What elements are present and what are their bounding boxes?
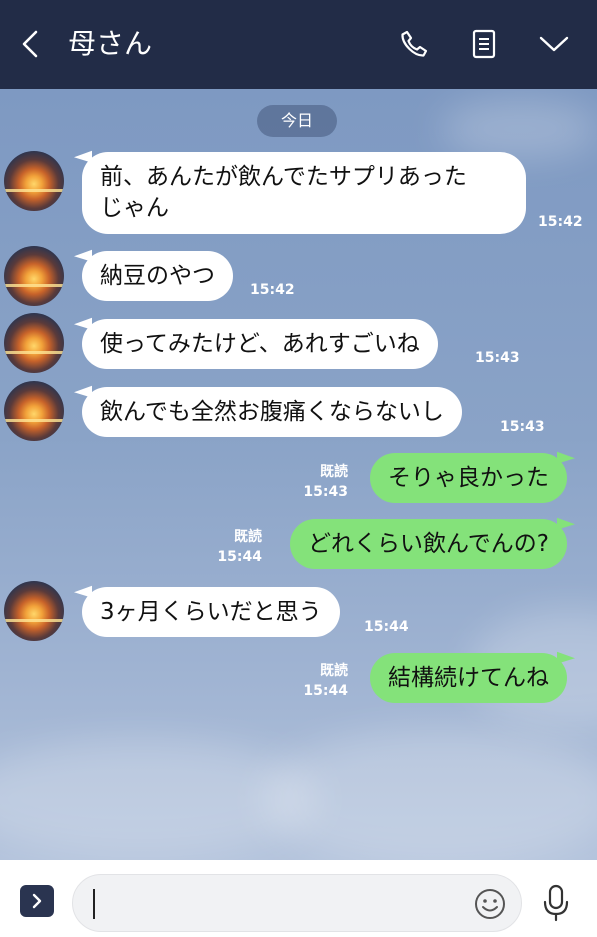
menu-toggle-button[interactable] <box>534 26 574 62</box>
read-receipt: 既読 <box>234 529 262 545</box>
message-time: 15:42 <box>538 214 583 230</box>
message-text: じゃん <box>100 195 169 221</box>
microphone-icon[interactable] <box>540 884 572 922</box>
text-cursor <box>93 889 95 919</box>
message-time: 15:42 <box>250 282 295 298</box>
phone-icon <box>401 30 428 57</box>
message-time: 15:44 <box>217 549 262 565</box>
message-text: 結構続けてんね <box>388 665 549 691</box>
message-bubble-incoming[interactable]: 使ってみたけど、あれすごいね <box>82 319 438 369</box>
message-bubble-incoming[interactable]: 3ヶ月くらいだと思う <box>82 587 340 637</box>
message-text: 使ってみたけど、あれすごいね <box>100 331 420 357</box>
contact-avatar[interactable] <box>4 581 64 641</box>
date-separator: 今日 <box>257 105 337 137</box>
message-text: 3ヶ月くらいだと思う <box>100 599 322 625</box>
message-text: どれくらい飲んでんの? <box>307 531 549 557</box>
message-text: 納豆のやつ <box>100 263 215 289</box>
chat-header: 母さん <box>0 0 597 89</box>
message-bubble-incoming[interactable]: 飲んでも全然お腹痛くならないし <box>82 387 462 437</box>
contact-avatar[interactable] <box>4 313 64 373</box>
message-text: 前、あんたが飲んでたサプリあった <box>100 164 467 190</box>
message-bubble-outgoing[interactable]: そりゃ良かった <box>370 453 567 503</box>
message-input[interactable] <box>72 874 522 932</box>
emoji-icon[interactable] <box>473 887 507 921</box>
notes-button[interactable] <box>464 26 504 62</box>
chat-title: 母さん <box>68 27 153 60</box>
message-time: 15:44 <box>303 683 348 699</box>
back-icon <box>22 30 38 58</box>
contact-avatar[interactable] <box>4 381 64 441</box>
message-bubble-incoming[interactable]: 前、あんたが飲んでたサプリあった じゃん <box>82 152 526 234</box>
message-time: 15:43 <box>500 419 545 435</box>
chevron-down-icon <box>539 36 569 52</box>
expand-button[interactable] <box>20 885 54 917</box>
chat-area[interactable]: 今日 前、あんたが飲んでたサプリあった じゃん 15:42 納豆のやつ 15:4… <box>0 89 597 860</box>
message-time: 15:43 <box>303 484 348 500</box>
message-text: そりゃ良かった <box>388 465 549 491</box>
message-bubble-outgoing[interactable]: どれくらい飲んでんの? <box>289 519 567 569</box>
message-input-bar <box>0 860 597 937</box>
contact-avatar[interactable] <box>4 151 64 211</box>
expand-icon <box>32 893 42 909</box>
call-button[interactable] <box>394 26 434 62</box>
message-text: 飲んでも全然お腹痛くならないし <box>100 399 444 425</box>
back-button[interactable] <box>14 26 46 62</box>
notes-icon <box>472 29 496 59</box>
message-time: 15:44 <box>364 619 409 635</box>
read-receipt: 既読 <box>320 464 348 480</box>
message-bubble-outgoing[interactable]: 結構続けてんね <box>370 653 567 703</box>
read-receipt: 既読 <box>320 663 348 679</box>
message-bubble-incoming[interactable]: 納豆のやつ <box>82 251 233 301</box>
contact-avatar[interactable] <box>4 246 64 306</box>
message-time: 15:43 <box>475 350 520 366</box>
